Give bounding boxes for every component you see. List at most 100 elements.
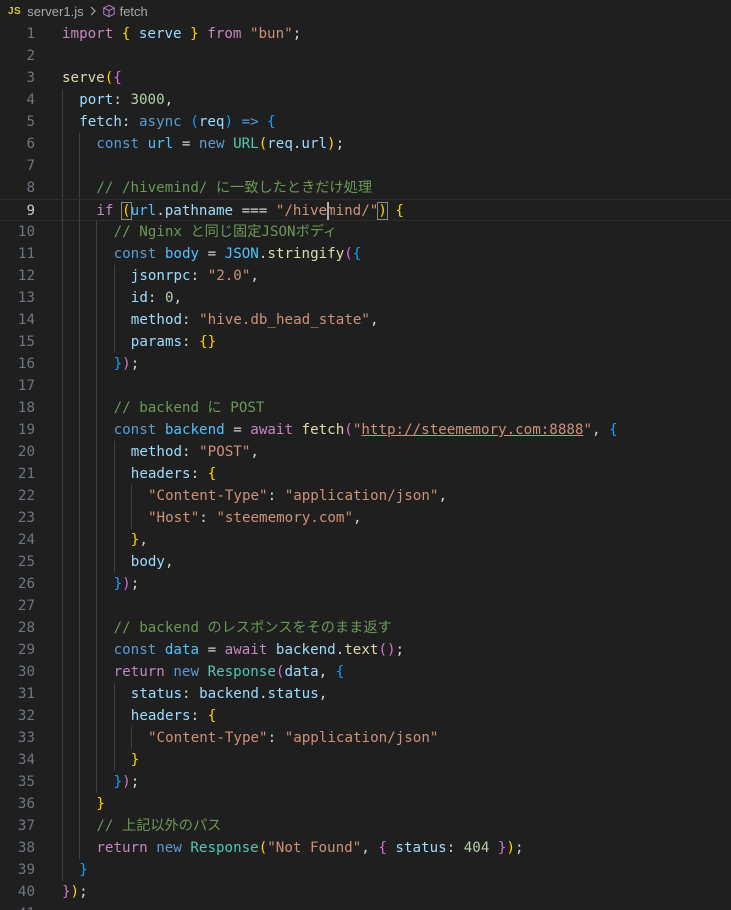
code-line[interactable]: 3 serve({ — [0, 67, 731, 89]
code-line[interactable]: 31 status: backend.status, — [0, 683, 731, 705]
code-line[interactable]: 37 // 上記以外のパス — [0, 815, 731, 837]
line-number: 35 — [17, 774, 35, 790]
code-text: const url = new URL(req.url); — [96, 133, 344, 155]
code-line[interactable]: 2 — [0, 45, 731, 67]
code-line[interactable]: 27 — [0, 595, 731, 617]
code-token: { — [207, 708, 217, 724]
indent-guide — [96, 243, 98, 265]
code-line[interactable]: 13 id: 0, — [0, 287, 731, 309]
indent-guide — [62, 573, 63, 595]
code-line[interactable]: 14 method: "hive.db_head_state", — [0, 309, 731, 331]
code-token: } — [79, 862, 88, 878]
indent-guide — [130, 727, 132, 749]
code-token: } — [113, 774, 123, 790]
code-line[interactable]: 11 const body = JSON.stringify({ — [0, 243, 731, 265]
code-line[interactable]: 8 // /hivemind/ に一致したときだけ処理 — [0, 177, 731, 199]
indent-guide — [62, 287, 63, 309]
code-text: "Content-Type": "application/json", — [148, 485, 447, 507]
code-token: JSON — [224, 246, 259, 262]
code-line[interactable]: 23 "Host": "steememory.com", — [0, 507, 731, 529]
indent-guide — [79, 683, 81, 705]
code-line[interactable]: 7 — [0, 155, 731, 177]
code-line[interactable]: 29 const data = await backend.text(); — [0, 639, 731, 661]
line-number: 19 — [17, 422, 35, 438]
code-line[interactable]: 5 fetch: async (req) => { — [0, 111, 731, 133]
code-line[interactable]: 20 method: "POST", — [0, 441, 731, 463]
code-line[interactable]: 34} — [0, 749, 731, 771]
indent-guide — [96, 749, 98, 771]
code-token: = — [224, 422, 251, 438]
code-token: from — [207, 26, 242, 42]
code-line[interactable]: 28 // backend のレスポンスをそのまま返す — [0, 617, 731, 639]
indent-guide — [79, 573, 81, 595]
code-token: "Content-Type" — [148, 488, 268, 504]
indent-guide — [113, 331, 115, 353]
code-line[interactable]: 18 // backend に POST — [0, 397, 731, 419]
code-editor[interactable]: 1 import { serve } from "bun"; 2 3 serve({4 p… — [0, 22, 731, 910]
indent-guide — [62, 485, 63, 507]
code-token: === — [233, 203, 276, 219]
code-line[interactable]: 24}, — [0, 529, 731, 551]
code-line[interactable]: 17 — [0, 375, 731, 397]
code-text: params: {} — [131, 331, 216, 353]
code-token: : — [446, 840, 464, 856]
line-number: 12 — [17, 268, 35, 284]
code-line[interactable]: 22 "Content-Type": "application/json", — [0, 485, 731, 507]
code-token: URL — [233, 136, 259, 152]
indent-guide — [62, 133, 63, 155]
line-number: 6 — [26, 136, 35, 152]
code-line[interactable]: 16}); — [0, 353, 731, 375]
indent-guide — [62, 859, 63, 881]
code-line[interactable]: 21 headers: { — [0, 463, 731, 485]
indent-guide — [96, 507, 98, 529]
code-line[interactable]: 39} — [0, 859, 731, 881]
code-line[interactable]: 19 const backend = await fetch("http://st… — [0, 419, 731, 441]
code-line[interactable]: 9 if (url.pathname === "/hivemind/") { — [0, 199, 731, 222]
code-token: status — [267, 686, 319, 702]
line-number: 34 — [17, 752, 35, 768]
indent-guide — [79, 749, 81, 771]
code-line[interactable]: 15 params: {} — [0, 331, 731, 353]
code-line[interactable]: 4 port: 3000, — [0, 89, 731, 111]
code-token: . — [156, 203, 165, 219]
code-text: } — [79, 859, 88, 881]
indent-guide — [62, 89, 63, 111]
code-line[interactable]: 32 headers: { — [0, 705, 731, 727]
code-line[interactable]: 41 — [0, 903, 731, 910]
indent-guide — [62, 463, 63, 485]
breadcrumb-symbol-name[interactable]: fetch — [120, 4, 148, 19]
line-number: 24 — [17, 532, 35, 548]
code-line[interactable]: 35}); — [0, 771, 731, 793]
code-line[interactable]: 10 // Nginx と同じ固定JSONボディ — [0, 221, 731, 243]
code-line[interactable]: 30 return new Response(data, { — [0, 661, 731, 683]
indent-guide — [62, 617, 63, 639]
code-line[interactable]: 1 import { serve } from "bun"; — [0, 23, 731, 45]
code-token: http://steememory.com:8888 — [361, 422, 584, 438]
code-token: url — [147, 136, 174, 152]
indent-guide — [62, 265, 63, 287]
indent-guide — [62, 639, 63, 661]
code-line[interactable]: 25 body, — [0, 551, 731, 573]
code-text: }); — [114, 353, 140, 375]
code-line[interactable]: 6 const url = new URL(req.url); — [0, 133, 731, 155]
indent-guide — [62, 551, 63, 573]
code-token: "application/json" — [284, 730, 439, 746]
code-line[interactable]: 38 return new Response("Not Found", { sta… — [0, 837, 731, 859]
code-token: ) — [377, 202, 388, 220]
code-line[interactable]: 12 jsonrpc: "2.0", — [0, 265, 731, 287]
code-line[interactable]: 33 "Content-Type": "application/json" — [0, 727, 731, 749]
indent-guide — [130, 507, 132, 529]
indent-guide — [113, 683, 115, 705]
code-token: { — [609, 422, 618, 438]
code-line[interactable]: 36} — [0, 793, 731, 815]
code-line[interactable]: 26}); — [0, 573, 731, 595]
indent-guide — [79, 331, 81, 353]
line-number: 28 — [17, 620, 35, 636]
code-line[interactable]: 40}); — [0, 881, 731, 903]
indent-guide — [79, 485, 81, 507]
code-text: "Host": "steememory.com", — [148, 507, 362, 529]
breadcrumb-file-name[interactable]: server1.js — [27, 4, 83, 19]
line-number: 15 — [17, 334, 35, 350]
line-number: 38 — [17, 840, 35, 856]
